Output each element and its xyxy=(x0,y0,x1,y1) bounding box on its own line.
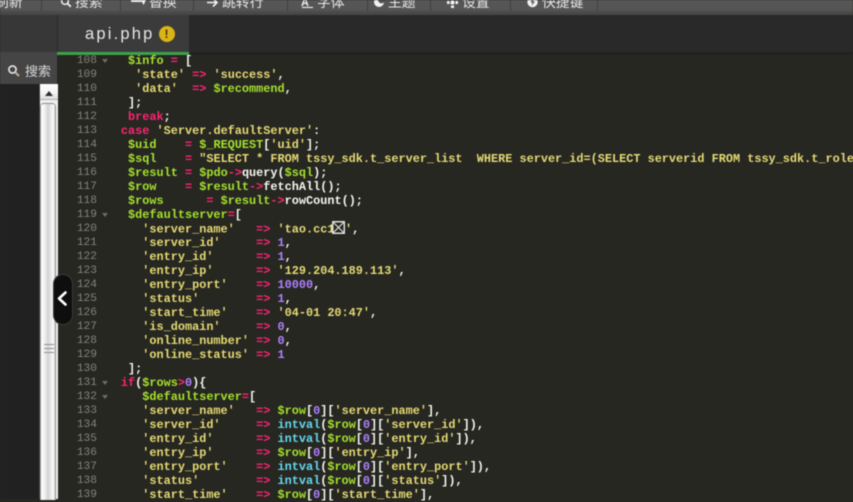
svg-text:A: A xyxy=(301,0,309,8)
